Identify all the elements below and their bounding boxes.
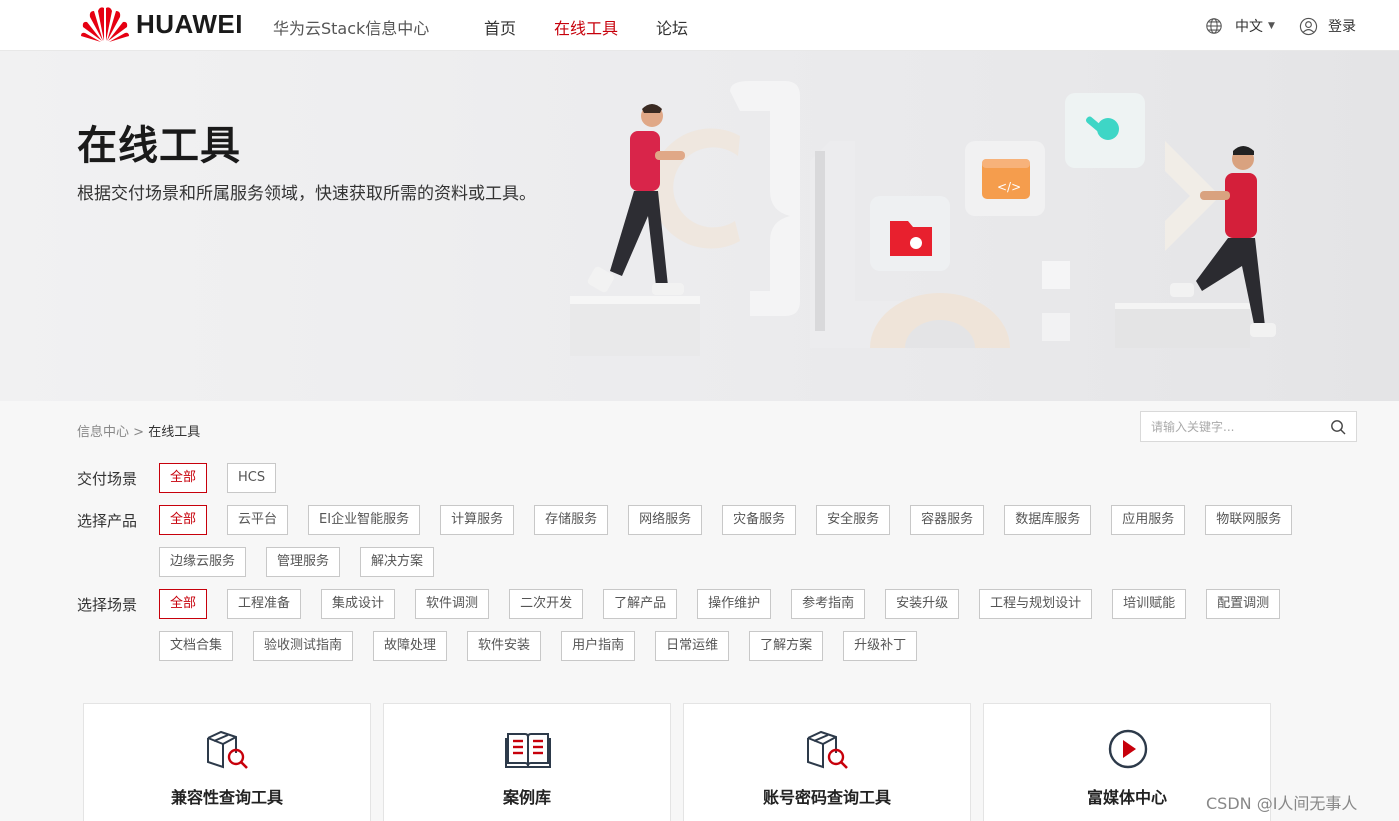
filter-tag[interactable]: 故障处理 bbox=[373, 631, 448, 661]
filter-tag[interactable]: 安全服务 bbox=[816, 505, 891, 535]
filter-tag[interactable]: 全部 bbox=[159, 505, 208, 535]
filter-tags: 全部 云平台 EI企业智能服务 计算服务 存储服务 网络服务 灾备服务 安全服务 容器服务 数据库… bbox=[159, 505, 1319, 589]
filter-tag[interactable]: 配置调测 bbox=[1206, 589, 1281, 619]
filter-tag[interactable]: 容器服务 bbox=[910, 505, 985, 535]
filter-tag[interactable]: 解决方案 bbox=[360, 547, 435, 577]
filter-tag[interactable]: 应用服务 bbox=[1111, 505, 1186, 535]
page-title: 在线工具 bbox=[77, 123, 241, 169]
search-box bbox=[1140, 411, 1357, 442]
card-title: 兼容性查询工具 bbox=[170, 788, 283, 807]
breadcrumb: 信息中心 > 在线工具 bbox=[77, 421, 200, 440]
site-name[interactable]: 华为云Stack信息中心 bbox=[273, 15, 429, 39]
globe-icon bbox=[1206, 18, 1222, 34]
filter-tag[interactable]: 培训赋能 bbox=[1112, 589, 1187, 619]
filter-delivery-scenario: 交付场景 全部 HCS bbox=[77, 463, 1319, 505]
filter-tag[interactable]: 管理服务 bbox=[266, 547, 341, 577]
filter-tag[interactable]: 日常运维 bbox=[655, 631, 730, 661]
svg-text:</>: </> bbox=[997, 180, 1021, 194]
search-input[interactable] bbox=[1141, 412, 1321, 441]
page-subtitle: 根据交付场景和所属服务领域，快速获取所需的资料或工具。 bbox=[77, 184, 536, 204]
filter-tag[interactable]: 边缘云服务 bbox=[159, 547, 247, 577]
search-icon[interactable] bbox=[1330, 419, 1346, 435]
filter-label: 选择产品 bbox=[77, 512, 138, 530]
filter-tag[interactable]: 升级补丁 bbox=[843, 631, 918, 661]
filter-tag[interactable]: 参考指南 bbox=[791, 589, 866, 619]
nav-forum[interactable]: 论坛 bbox=[656, 15, 688, 39]
filter-tag[interactable]: 工程准备 bbox=[227, 589, 302, 619]
filter-tag[interactable]: 全部 bbox=[159, 589, 208, 619]
watermark: CSDN @I人间无事人 bbox=[1206, 794, 1358, 813]
filter-tag[interactable]: EI企业智能服务 bbox=[308, 505, 421, 535]
user-icon bbox=[1299, 17, 1318, 35]
filter-tag[interactable]: 计算服务 bbox=[440, 505, 515, 535]
logo-text: HUAWEI bbox=[136, 8, 243, 39]
filter-tag[interactable]: 存储服务 bbox=[534, 505, 609, 535]
filter-tag[interactable]: 工程与规划设计 bbox=[979, 589, 1093, 619]
filter-tag[interactable]: 网络服务 bbox=[628, 505, 703, 535]
filter-tag[interactable]: 操作维护 bbox=[697, 589, 772, 619]
main-nav: 首页 在线工具 论坛 bbox=[484, 15, 726, 39]
box-search-icon bbox=[807, 730, 848, 769]
language-label: 中文 bbox=[1235, 19, 1263, 35]
filter-tag[interactable]: 数据库服务 bbox=[1004, 505, 1092, 535]
filter-label: 交付场景 bbox=[77, 470, 138, 488]
filter-tag[interactable]: 云平台 bbox=[227, 505, 289, 535]
card-title: 案例库 bbox=[502, 788, 551, 807]
chevron-down-icon: ▼ bbox=[1268, 21, 1275, 31]
card-compatibility-query[interactable]: 兼容性查询工具 bbox=[83, 703, 371, 821]
filter-tag[interactable]: 软件调测 bbox=[415, 589, 490, 619]
filter-tag[interactable]: 验收测试指南 bbox=[253, 631, 354, 661]
box-search-icon bbox=[207, 730, 248, 769]
filter-tag[interactable]: 集成设计 bbox=[321, 589, 396, 619]
filter-tag[interactable]: 了解方案 bbox=[749, 631, 824, 661]
filter-tags: 全部 工程准备 集成设计 软件调测 二次开发 了解产品 操作维护 参考指南 安装升级 工程与规划设… bbox=[159, 589, 1319, 673]
language-switcher[interactable]: 中文 ▼ bbox=[1205, 16, 1275, 36]
filter-tag[interactable]: 了解产品 bbox=[603, 589, 678, 619]
filter-product: 选择产品 全部 云平台 EI企业智能服务 计算服务 存储服务 网络服务 灾备服务 安全服务 容器… bbox=[77, 505, 1319, 589]
filter-tag[interactable]: 文档合集 bbox=[159, 631, 234, 661]
open-book-icon bbox=[505, 733, 551, 768]
filter-tag[interactable]: 软件安装 bbox=[467, 631, 542, 661]
nav-home[interactable]: 首页 bbox=[484, 15, 516, 39]
filter-tag[interactable]: 安装升级 bbox=[885, 589, 960, 619]
filter-label: 选择场景 bbox=[77, 596, 138, 614]
filter-tag[interactable]: 物联网服务 bbox=[1205, 505, 1293, 535]
play-circle-icon bbox=[1108, 729, 1148, 769]
breadcrumb-current: 在线工具 bbox=[148, 425, 201, 440]
breadcrumb-parent[interactable]: 信息中心 bbox=[77, 425, 129, 440]
filter-tag[interactable]: 全部 bbox=[159, 463, 208, 493]
login-label: 登录 bbox=[1328, 19, 1356, 35]
breadcrumb-separator: > bbox=[133, 425, 145, 440]
card-title: 账号密码查询工具 bbox=[762, 788, 891, 807]
card-case-library[interactable]: 案例库 bbox=[383, 703, 671, 821]
hero-banner: 在线工具 根据交付场景和所属服务领域，快速获取所需的资料或工具。 </> bbox=[0, 51, 1399, 401]
filter-tag[interactable]: HCS bbox=[227, 463, 277, 493]
filter-tags: 全部 HCS bbox=[159, 463, 1319, 505]
huawei-logo[interactable]: HUAWEI bbox=[80, 5, 243, 43]
filter-tag[interactable]: 二次开发 bbox=[509, 589, 584, 619]
nav-online-tools[interactable]: 在线工具 bbox=[554, 15, 618, 39]
huawei-flower-icon bbox=[81, 7, 129, 42]
banner-illustration: </> bbox=[570, 81, 1276, 356]
filter-scenario: 选择场景 全部 工程准备 集成设计 软件调测 二次开发 了解产品 操作维护 参考指南 安装升级工… bbox=[77, 589, 1319, 673]
card-account-password-query[interactable]: 账号密码查询工具 bbox=[683, 703, 971, 821]
filter-tag[interactable]: 灾备服务 bbox=[722, 505, 797, 535]
top-header: HUAWEI 华为云Stack信息中心 首页 在线工具 论坛 中文 ▼ 登录 bbox=[0, 0, 1399, 51]
login-link[interactable]: 登录 bbox=[1299, 16, 1356, 36]
tool-cards: 兼容性查询工具 案例库 账号密码查询工具 富媒体中心 bbox=[83, 703, 1283, 821]
filter-tag[interactable]: 用户指南 bbox=[561, 631, 636, 661]
